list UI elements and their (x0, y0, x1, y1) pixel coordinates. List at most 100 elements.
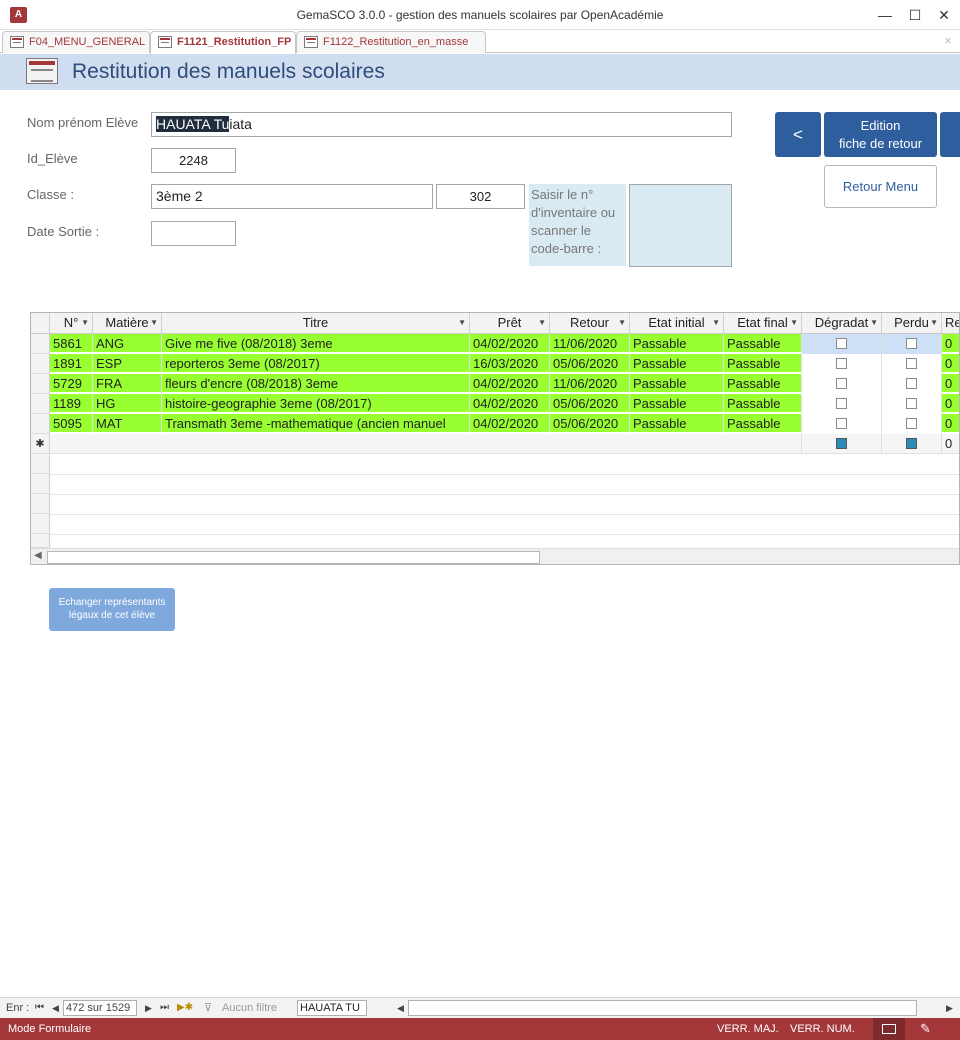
filter-arrow-icon[interactable]: ▼ (81, 313, 89, 333)
cell-matiere[interactable]: MAT (93, 414, 162, 434)
row-selector[interactable] (31, 334, 50, 354)
classe-field[interactable]: 3ème 2 (151, 184, 433, 209)
cell-perdu[interactable] (882, 374, 942, 394)
scroll-right-icon[interactable]: ▶ (946, 998, 953, 1018)
previous-record-icon[interactable]: ◀ (52, 998, 59, 1018)
cell-retour[interactable]: 05/06/2020 (550, 394, 630, 414)
column-header-etat-final[interactable]: Etat final ▼ (724, 313, 802, 334)
filter-arrow-icon[interactable]: ▼ (618, 313, 626, 333)
cell-etat-final[interactable]: Passable (724, 354, 802, 374)
first-record-icon[interactable]: ⏮ (35, 998, 44, 1018)
cell-pret[interactable]: 04/02/2020 (470, 394, 550, 414)
cell-etat-initial[interactable]: Passable (630, 354, 724, 374)
cell-pret[interactable]: 04/02/2020 (470, 374, 550, 394)
degradation-checkbox[interactable] (836, 378, 847, 389)
filter-status[interactable]: Aucun filtre (222, 998, 277, 1018)
cell-matiere[interactable]: FRA (93, 374, 162, 394)
perdu-checkbox[interactable] (906, 398, 917, 409)
select-all-corner[interactable] (31, 313, 50, 334)
degradation-checkbox[interactable] (836, 338, 847, 349)
classe-code-field[interactable]: 302 (436, 184, 525, 209)
cell-etat-final[interactable]: Passable (724, 374, 802, 394)
cell-etat-initial[interactable]: Passable (630, 334, 724, 354)
cell-retour[interactable]: 05/06/2020 (550, 354, 630, 374)
new-perdu-cell[interactable] (882, 434, 942, 454)
maximize-button[interactable]: ☐ (900, 0, 930, 30)
row-selector[interactable] (31, 354, 50, 374)
cell-titre[interactable]: Give me five (08/2018) 3eme (162, 334, 470, 354)
edition-fiche-retour-button[interactable]: Edition fiche de retour (824, 112, 937, 157)
cell-matiere[interactable]: ESP (93, 354, 162, 374)
cell-etat-final[interactable]: Passable (724, 394, 802, 414)
filter-arrow-icon[interactable]: ▼ (790, 313, 798, 333)
date-sortie-field[interactable] (151, 221, 236, 246)
cell-retour[interactable]: 05/06/2020 (550, 414, 630, 434)
column-header-perdu[interactable]: Perdu ▼ (882, 313, 942, 334)
id-eleve-field[interactable]: 2248 (151, 148, 236, 173)
scan-barcode-input[interactable] (629, 184, 732, 267)
column-header-retour[interactable]: Retour ▼ (550, 313, 630, 334)
degradation-checkbox[interactable] (836, 358, 847, 369)
minimize-button[interactable]: — (870, 0, 900, 30)
cell-degradation[interactable] (802, 334, 882, 354)
cell-degradation[interactable] (802, 374, 882, 394)
perdu-checkbox[interactable] (906, 418, 917, 429)
new-re-cell[interactable]: 0 (942, 434, 959, 454)
perdu-checkbox[interactable] (906, 338, 917, 349)
filter-arrow-icon[interactable]: ▼ (930, 313, 938, 333)
column-header-n[interactable]: N° ▼ (50, 313, 93, 334)
cell-etat-initial[interactable]: Passable (630, 394, 724, 414)
echanger-representants-button[interactable]: Echanger représentants légaux de cet élè… (49, 588, 175, 631)
cell-titre[interactable]: fleurs d'encre (08/2018) 3eme (162, 374, 470, 394)
scroll-left-icon[interactable]: ◀ (397, 998, 404, 1018)
cell-n[interactable]: 5861 (50, 334, 93, 354)
degradation-checkbox[interactable] (836, 438, 847, 449)
row-selector[interactable] (31, 374, 50, 394)
retour-menu-button[interactable]: Retour Menu (824, 165, 937, 208)
filter-arrow-icon[interactable]: ▼ (150, 313, 158, 333)
cell-n[interactable]: 1891 (50, 354, 93, 374)
column-header-re[interactable]: Re (942, 313, 959, 334)
cell-etat-final[interactable]: Passable (724, 334, 802, 354)
scroll-left-icon[interactable]: ◀ (34, 550, 42, 561)
degradation-checkbox[interactable] (836, 398, 847, 409)
cell-pret[interactable]: 04/02/2020 (470, 334, 550, 354)
cell-n[interactable]: 5095 (50, 414, 93, 434)
cell-re[interactable]: 0 (942, 334, 959, 354)
tab-f1122-restitution-en-masse[interactable]: F1122_Restitution_en_masse (296, 31, 486, 53)
cell-n[interactable]: 5729 (50, 374, 93, 394)
column-header-titre[interactable]: Titre ▼ (162, 313, 470, 334)
cell-retour[interactable]: 11/06/2020 (550, 334, 630, 354)
perdu-checkbox[interactable] (906, 438, 917, 449)
perdu-checkbox[interactable] (906, 358, 917, 369)
grid-horizontal-scrollbar[interactable]: ◀ (31, 548, 959, 564)
cell-perdu[interactable] (882, 394, 942, 414)
row-selector[interactable] (31, 394, 50, 414)
cell-re[interactable]: 0 (942, 394, 959, 414)
filter-arrow-icon[interactable]: ▼ (538, 313, 546, 333)
perdu-checkbox[interactable] (906, 378, 917, 389)
column-header-degradation[interactable]: Dégradat ▼ (802, 313, 882, 334)
tab-f1121-restitution-fp[interactable]: F1121_Restitution_FP (150, 31, 296, 54)
cell-etat-final[interactable]: Passable (724, 414, 802, 434)
cell-re[interactable]: 0 (942, 354, 959, 374)
filter-arrow-icon[interactable]: ▼ (712, 313, 720, 333)
next-button-partial[interactable] (940, 112, 960, 157)
cell-n[interactable]: 1189 (50, 394, 93, 414)
cell-titre[interactable]: Transmath 3eme -mathematique (ancien man… (162, 414, 470, 434)
form-horizontal-scrollbar[interactable] (408, 1000, 917, 1016)
cell-degradation[interactable] (802, 354, 882, 374)
close-tab-icon[interactable]: × (944, 33, 952, 48)
cell-perdu[interactable] (882, 354, 942, 374)
degradation-checkbox[interactable] (836, 418, 847, 429)
previous-button[interactable]: < (775, 112, 821, 157)
scrollbar-thumb[interactable] (47, 551, 540, 564)
cell-re[interactable]: 0 (942, 374, 959, 394)
cell-degradation[interactable] (802, 394, 882, 414)
cell-retour[interactable]: 11/06/2020 (550, 374, 630, 394)
cell-perdu[interactable] (882, 414, 942, 434)
row-selector[interactable] (31, 414, 50, 434)
new-record-icon[interactable]: ▶✱ (177, 998, 193, 1018)
layout-view-icon[interactable]: ✎ (920, 1018, 931, 1040)
filter-icon[interactable]: ⊽ (204, 998, 212, 1018)
